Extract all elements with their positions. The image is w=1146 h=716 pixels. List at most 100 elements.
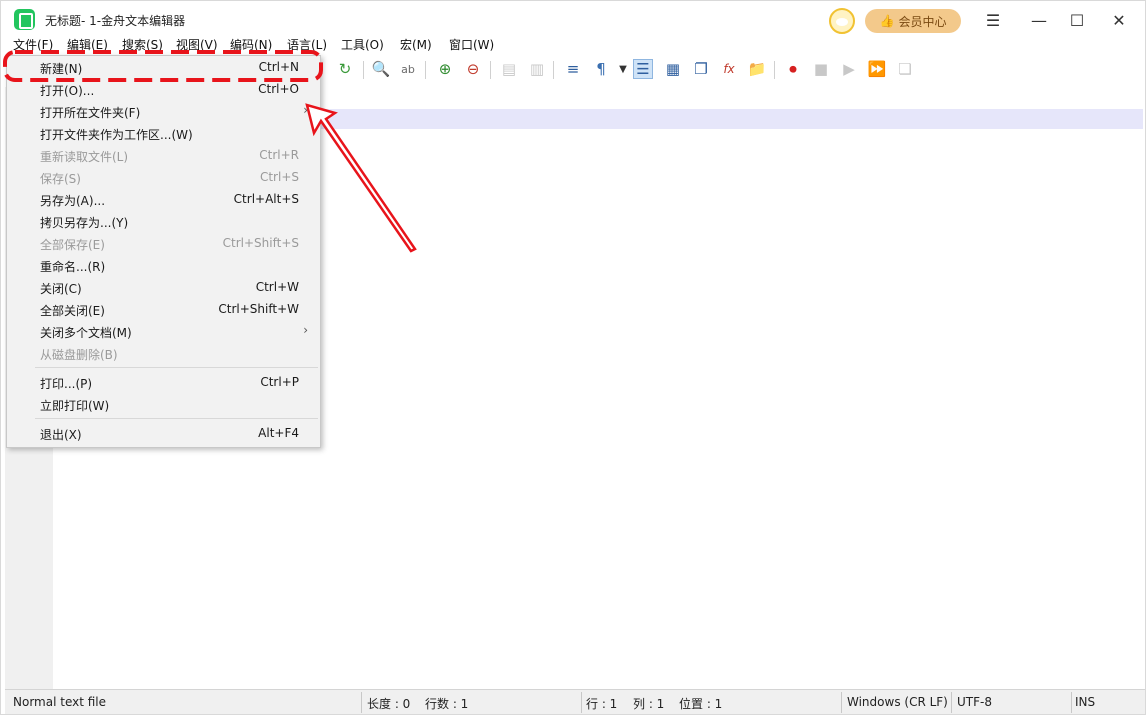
vip-center-label: 会员中心 xyxy=(898,14,947,29)
status-length: 长度 : 0 xyxy=(367,697,411,711)
chevron-down-icon[interactable]: ▼ xyxy=(613,59,633,79)
status-separator xyxy=(581,692,582,713)
toolbar-separator xyxy=(490,61,491,79)
menu-search[interactable]: 搜索(S) xyxy=(122,36,163,53)
show-all-chars-icon[interactable]: ¶ xyxy=(591,59,611,79)
find-icon[interactable]: 🔍 xyxy=(371,59,391,79)
menu-item-label: 打开(O)... xyxy=(40,84,95,98)
menu-item-close-multiple[interactable]: 关闭多个文档(M) › xyxy=(7,320,320,342)
status-row: 行 : 1 xyxy=(586,697,618,711)
record-macro-icon[interactable]: ⏺ xyxy=(783,59,803,79)
status-insert-mode[interactable]: INS xyxy=(1075,695,1095,709)
mascot-avatar-icon[interactable] xyxy=(829,8,855,34)
stop-macro-icon[interactable]: ■ xyxy=(811,59,831,79)
menu-item-exit[interactable]: 退出(X) Alt+F4 xyxy=(7,422,320,444)
crown-icon: 👍 xyxy=(879,14,895,28)
menu-item-label: 退出(X) xyxy=(40,428,82,442)
replace-icon[interactable]: ab xyxy=(398,59,418,79)
function-list-icon[interactable]: fx xyxy=(719,59,739,79)
menu-item-label: 打开所在文件夹(F) xyxy=(40,106,141,120)
menu-item-save-copy-as[interactable]: 拷贝另存为...(Y) xyxy=(7,210,320,232)
minimize-button[interactable]: — xyxy=(1025,9,1053,31)
menu-item-save-all: 全部保存(E) Ctrl+Shift+S xyxy=(7,232,320,254)
toolbar-separator xyxy=(425,61,426,79)
menu-item-shortcut: Ctrl+N xyxy=(258,60,299,74)
menu-file[interactable]: 文件(F) xyxy=(13,36,53,53)
menu-item-label: 新建(N) xyxy=(40,62,83,76)
play-macro-icon[interactable]: ▶ xyxy=(839,59,859,79)
toolbar-separator xyxy=(363,61,364,79)
menu-item-rename[interactable]: 重命名...(R) xyxy=(7,254,320,276)
menu-item-label: 全部关闭(E) xyxy=(40,304,105,318)
menu-language[interactable]: 语言(L) xyxy=(287,36,327,53)
menu-item-shortcut: Ctrl+W xyxy=(255,280,299,294)
menu-separator xyxy=(35,418,318,419)
status-file-type: Normal text file xyxy=(13,695,107,709)
menu-item-shortcut: Ctrl+R xyxy=(259,148,299,162)
vip-center-button[interactable]: 👍 会员中心 xyxy=(865,9,961,33)
menu-separator xyxy=(35,367,318,368)
save-macro-icon[interactable]: ❏ xyxy=(895,59,915,79)
document-map-icon[interactable]: ▦ xyxy=(663,59,683,79)
menu-item-shortcut: Ctrl+Shift+W xyxy=(218,302,299,316)
status-separator xyxy=(1071,692,1072,713)
sync-vertical-icon[interactable]: ▤ xyxy=(499,59,519,79)
submenu-arrow-icon: › xyxy=(303,323,308,337)
menu-window[interactable]: 窗口(W) xyxy=(449,36,494,53)
main-menu-icon[interactable]: ☰ xyxy=(979,9,1007,31)
status-separator xyxy=(951,692,952,713)
menu-tools[interactable]: 工具(O) xyxy=(341,36,384,53)
indent-guide-icon[interactable]: ☰ xyxy=(633,59,653,79)
menu-item-shortcut: Ctrl+P xyxy=(260,375,299,389)
menu-item-print[interactable]: 打印...(P) Ctrl+P xyxy=(7,371,320,393)
sync-horizontal-icon[interactable]: ▥ xyxy=(527,59,547,79)
menu-view[interactable]: 视图(V) xyxy=(176,36,218,53)
menu-item-shortcut: Ctrl+Alt+S xyxy=(233,192,299,206)
menu-item-shortcut: Ctrl+Shift+S xyxy=(222,236,299,250)
menu-item-shortcut: Ctrl+S xyxy=(259,170,299,184)
menu-edit[interactable]: 编辑(E) xyxy=(67,36,108,53)
redo-icon[interactable]: ↻ xyxy=(335,59,355,79)
status-position: 位置 : 1 xyxy=(679,697,723,711)
menu-item-save: 保存(S) Ctrl+S xyxy=(7,166,320,188)
word-wrap-icon[interactable]: ≡ xyxy=(563,59,583,79)
folder-workspace-icon[interactable]: 📁 xyxy=(747,59,767,79)
menu-macro[interactable]: 宏(M) xyxy=(400,36,432,53)
menu-item-label: 全部保存(E) xyxy=(40,238,105,252)
menu-item-open-containing-folder[interactable]: 打开所在文件夹(F) › xyxy=(7,100,320,122)
title-bar: 无标题- 1-金舟文本编辑器 👍 会员中心 ☰ — ☐ ✕ xyxy=(1,1,1145,35)
menu-item-label: 打开文件夹作为工作区...(W) xyxy=(40,128,193,142)
menu-item-print-now[interactable]: 立即打印(W) xyxy=(7,393,320,415)
status-encoding[interactable]: UTF-8 xyxy=(957,695,992,709)
menu-item-label: 另存为(A)... xyxy=(40,194,106,208)
toolbar-separator xyxy=(553,61,554,79)
menu-item-label: 保存(S) xyxy=(40,172,81,186)
run-macro-multiple-icon[interactable]: ⏩ xyxy=(867,59,887,79)
menu-item-shortcut: Alt+F4 xyxy=(258,426,299,440)
menu-item-open[interactable]: 打开(O)... Ctrl+O xyxy=(7,78,320,100)
window-title: 无标题- 1-金舟文本编辑器 xyxy=(45,14,186,28)
close-button[interactable]: ✕ xyxy=(1105,9,1133,31)
file-menu-dropdown: 新建(N) Ctrl+N 打开(O)... Ctrl+O 打开所在文件夹(F) … xyxy=(6,55,321,448)
document-list-icon[interactable]: ❐ xyxy=(691,59,711,79)
menu-item-label: 立即打印(W) xyxy=(40,399,110,413)
menu-item-close-all[interactable]: 全部关闭(E) Ctrl+Shift+W xyxy=(7,298,320,320)
status-bar: Normal text file 长度 : 0 行数 : 1 行 : 1 列 :… xyxy=(5,689,1145,714)
menu-item-label: 重命名...(R) xyxy=(40,260,106,274)
menu-item-close[interactable]: 关闭(C) Ctrl+W xyxy=(7,276,320,298)
status-lines: 行数 : 1 xyxy=(425,697,469,711)
menu-item-label: 重新读取文件(L) xyxy=(40,150,129,164)
menu-item-label: 打印...(P) xyxy=(40,377,93,391)
status-eol[interactable]: Windows (CR LF) xyxy=(847,695,948,709)
zoom-in-icon[interactable]: ⊕ xyxy=(435,59,455,79)
menu-item-label: 关闭多个文档(M) xyxy=(40,326,132,340)
menu-item-open-folder-workspace[interactable]: 打开文件夹作为工作区...(W) xyxy=(7,122,320,144)
menu-encoding[interactable]: 编码(N) xyxy=(230,36,272,53)
menu-item-new[interactable]: 新建(N) Ctrl+N xyxy=(7,56,320,78)
maximize-button[interactable]: ☐ xyxy=(1063,9,1091,31)
submenu-arrow-icon: › xyxy=(303,103,308,117)
menu-item-label: 从磁盘删除(B) xyxy=(40,348,118,362)
zoom-out-icon[interactable]: ⊖ xyxy=(463,59,483,79)
menu-item-delete-from-disk: 从磁盘删除(B) xyxy=(7,342,320,364)
menu-item-save-as[interactable]: 另存为(A)... Ctrl+Alt+S xyxy=(7,188,320,210)
